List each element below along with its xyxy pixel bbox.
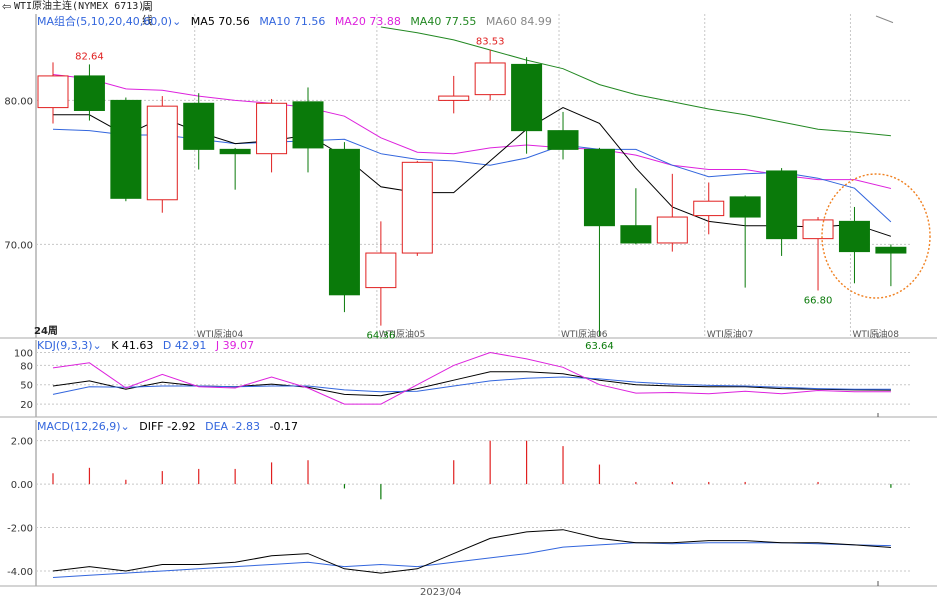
- macd-label[interactable]: MACD(12,26,9): [37, 420, 121, 433]
- ma10-line: [52, 128, 892, 223]
- kdj-tick-label: 50: [20, 381, 33, 392]
- candle-down: [875, 246, 907, 254]
- price-annotation: 66.80: [804, 295, 833, 306]
- j-value: J 39.07: [215, 339, 255, 352]
- ma60-value: MA60 84.99: [485, 15, 552, 28]
- price-annotation: 64.36: [367, 331, 396, 342]
- candle-up: [37, 75, 69, 109]
- candle-down: [547, 130, 579, 150]
- candle-down: [183, 102, 215, 150]
- kdj-legend: KDJ(9,3,3)⌄ K 41.63 D 42.91 J 39.07: [37, 339, 260, 352]
- candles: [37, 49, 907, 336]
- candle-down: [511, 63, 543, 132]
- ma20-value: MA20 73.88: [334, 15, 401, 28]
- chevron-down-icon: ⌄: [172, 15, 182, 28]
- grid-lines: [36, 14, 912, 572]
- candle-down: [766, 170, 798, 240]
- candle-up: [693, 200, 725, 217]
- diff-value: DIFF -2.92: [139, 420, 196, 433]
- candle-down: [838, 220, 870, 253]
- ma40-line: [380, 26, 891, 137]
- macd-tick-label: -4.00: [7, 567, 33, 578]
- price-tick-label: 70.00: [4, 240, 33, 251]
- chevron-down-icon: ⌄: [120, 420, 130, 433]
- macd-tick-label: 2.00: [11, 437, 33, 448]
- bottom-date-label: 2023/04: [420, 587, 462, 598]
- diff-line: [52, 529, 891, 574]
- candle-up: [474, 62, 506, 96]
- candle-up: [656, 216, 688, 244]
- ma10-value: MA10 71.56: [259, 15, 326, 28]
- candle-down: [583, 148, 615, 227]
- candle-down: [292, 101, 324, 149]
- k-value: K 41.63: [111, 339, 154, 352]
- dea-line: [52, 542, 891, 578]
- macd-tick-label: 0.00: [11, 480, 33, 491]
- top-toolbar: ⇦ WTI原油主连(NYMEX 6713) 周线 ⌄: [0, 0, 937, 27]
- month-label: WTI原油07: [707, 328, 754, 340]
- kdj-tick-label: 100: [14, 348, 33, 359]
- month-label: WTI原油06: [561, 328, 608, 340]
- ma-legend: MA组合(5,10,20,40,60,0)⌄ MA5 70.56 MA10 71…: [37, 15, 558, 28]
- kdj-lines: [52, 351, 891, 405]
- candle-up: [401, 161, 433, 254]
- price-tick-label: 80.00: [4, 96, 33, 107]
- macd-legend: MACD(12,26,9)⌄ DIFF -2.92 DEA -2.83 -0.1…: [37, 420, 304, 433]
- candle-down: [110, 99, 142, 199]
- macd-tick-label: -2.00: [7, 524, 33, 535]
- macd-value: -0.17: [269, 420, 298, 433]
- month-label: WTI原油08: [852, 328, 899, 340]
- kdj-label[interactable]: KDJ(9,3,3): [37, 339, 93, 352]
- candle-down: [729, 196, 761, 218]
- ma-combo-label[interactable]: MA组合(5,10,20,40,60,0): [37, 15, 172, 28]
- kdj-tick-label: 80: [20, 361, 33, 372]
- candle-up: [365, 252, 397, 289]
- kdj-j-line: [52, 351, 891, 405]
- period-count-label: 24周: [34, 326, 58, 337]
- macd-panel: [52, 440, 892, 578]
- d-value: D 42.91: [162, 339, 207, 352]
- candle-down: [219, 148, 251, 155]
- stock-chart[interactable]: 80.00 70.00 100 80 50 20 2.00 0.00 -2.00 -4.00 WT…: [0, 14, 937, 601]
- price-annotation: 63.64: [585, 341, 614, 352]
- candle-down: [328, 148, 360, 296]
- chevron-down-icon: ⌄: [142, 0, 152, 13]
- candle-up: [146, 105, 178, 201]
- price-annotation: 82.64: [75, 51, 104, 62]
- ma60-line: [875, 15, 894, 24]
- ma5-line: [53, 107, 892, 237]
- dea-value: DEA -2.83: [205, 420, 260, 433]
- chevron-down-icon: ⌄: [92, 339, 102, 352]
- ma5-value: MA5 70.56: [190, 15, 250, 28]
- candle-up: [438, 95, 470, 101]
- highlight-circle: [821, 173, 931, 299]
- candle-down: [620, 225, 652, 244]
- symbol-title: WTI原油主连(NYMEX 6713): [14, 1, 145, 12]
- price-annotation: 83.53: [476, 37, 505, 48]
- ma20-line: [52, 74, 892, 189]
- kdj-tick-label: 20: [20, 400, 33, 411]
- ma40-value: MA40 77.55: [410, 15, 477, 28]
- back-arrow-icon[interactable]: ⇦: [2, 0, 11, 14]
- candle-up: [256, 102, 288, 155]
- candle-up: [802, 219, 834, 240]
- candle-down: [73, 75, 105, 111]
- y-axis-labels: 80.00 70.00 100 80 50 20 2.00 0.00 -2.00 -4.00: [4, 96, 33, 578]
